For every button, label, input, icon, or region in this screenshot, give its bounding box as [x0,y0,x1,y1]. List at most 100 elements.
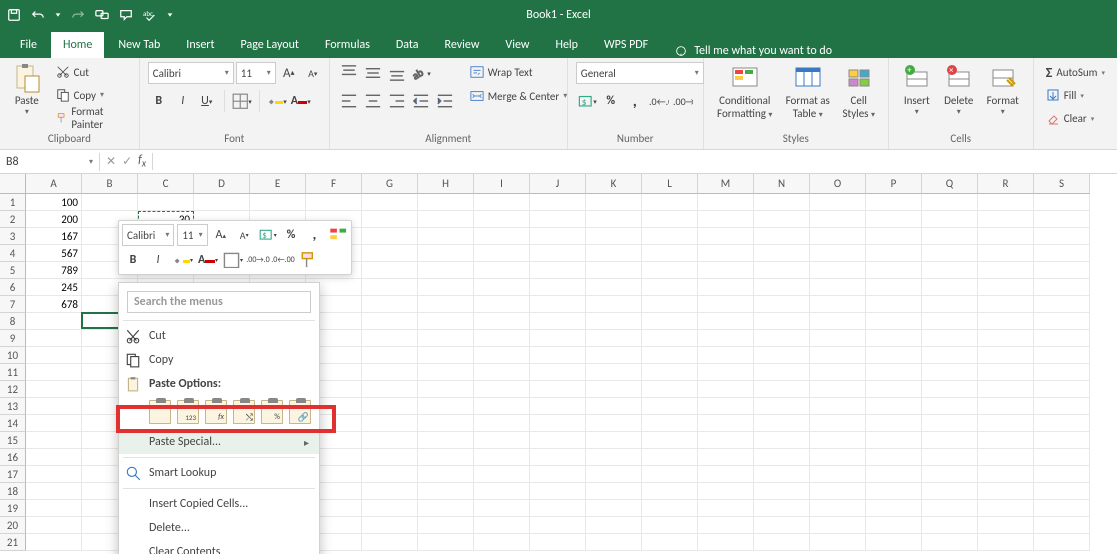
comma-format-icon[interactable]: , [624,90,646,112]
cell-K19[interactable] [586,500,642,517]
cell-K8[interactable] [586,313,642,330]
mini-percent-icon[interactable]: % [281,224,301,246]
cell-P9[interactable] [866,330,922,347]
cell-A14[interactable] [26,415,82,432]
cell-G16[interactable] [362,449,418,466]
cell-G12[interactable] [362,381,418,398]
cell-O15[interactable] [810,432,866,449]
cell-H19[interactable] [418,500,474,517]
cell-I4[interactable] [474,245,530,262]
cell-R11[interactable] [978,364,1034,381]
cell-S15[interactable] [1034,432,1090,449]
row-header-6[interactable]: 6 [0,279,26,296]
cell-A11[interactable] [26,364,82,381]
cell-O6[interactable] [810,279,866,296]
cell-I9[interactable] [474,330,530,347]
cell-N18[interactable] [754,483,810,500]
cell-I17[interactable] [474,466,530,483]
cell-L1[interactable] [642,194,698,211]
cell-Q5[interactable] [922,262,978,279]
spellcheck-icon[interactable]: abc [140,5,160,25]
cell-E1[interactable] [250,194,306,211]
context-paste-special[interactable]: Paste Special...▸ [119,430,319,454]
cell-J17[interactable] [530,466,586,483]
cell-M21[interactable] [698,534,754,551]
cell-P1[interactable] [866,194,922,211]
cell-S8[interactable] [1034,313,1090,330]
cell-S3[interactable] [1034,228,1090,245]
cell-P17[interactable] [866,466,922,483]
mini-shrink-font-icon[interactable]: A▾ [234,224,254,246]
cell-J16[interactable] [530,449,586,466]
save-icon[interactable] [4,5,24,25]
cell-Q17[interactable] [922,466,978,483]
cell-N1[interactable] [754,194,810,211]
format-as-table-button[interactable]: Format as Table ▾ [780,62,836,120]
cell-O14[interactable] [810,415,866,432]
cell-Q14[interactable] [922,415,978,432]
cell-R15[interactable] [978,432,1034,449]
cell-I13[interactable] [474,398,530,415]
mini-fontcolor-icon[interactable]: A▾ [197,249,219,271]
format-cells-button[interactable]: Format▾ [981,62,1025,117]
mini-font-size[interactable]: 11▾ [177,224,207,246]
cell-Q6[interactable] [922,279,978,296]
cell-M10[interactable] [698,347,754,364]
cell-G18[interactable] [362,483,418,500]
cell-O16[interactable] [810,449,866,466]
tab-home[interactable]: Home [51,32,104,58]
cell-J19[interactable] [530,500,586,517]
cell-P10[interactable] [866,347,922,364]
decrease-decimal-icon[interactable]: .00→.0 [672,90,694,112]
mini-condfmt-icon[interactable] [328,224,348,246]
column-header-S[interactable]: S [1034,174,1090,194]
cell-M11[interactable] [698,364,754,381]
cell-A3[interactable]: 167 [26,228,82,245]
cell-Q4[interactable] [922,245,978,262]
cell-I2[interactable] [474,211,530,228]
cell-I14[interactable] [474,415,530,432]
shrink-font-icon[interactable]: A▾ [302,62,324,84]
cell-H13[interactable] [418,398,474,415]
cell-F1[interactable] [306,194,362,211]
row-header-15[interactable]: 15 [0,432,26,449]
cell-P7[interactable] [866,296,922,313]
cell-J15[interactable] [530,432,586,449]
context-cut[interactable]: Cut [119,324,319,348]
cell-Q13[interactable] [922,398,978,415]
cell-Q1[interactable] [922,194,978,211]
paste-option-transpose[interactable]: ⤭ [233,400,255,424]
conditional-formatting-button[interactable]: Conditional Formatting ▾ [712,62,778,120]
cell-H12[interactable] [418,381,474,398]
cell-L18[interactable] [642,483,698,500]
cell-N14[interactable] [754,415,810,432]
paste-option-formulas[interactable]: fx [205,400,227,424]
column-header-Q[interactable]: Q [922,174,978,194]
cell-L15[interactable] [642,432,698,449]
cell-L12[interactable] [642,381,698,398]
cell-K11[interactable] [586,364,642,381]
row-header-2[interactable]: 2 [0,211,26,228]
context-insert-copied[interactable]: Insert Copied Cells... [119,492,319,516]
delete-cells-button[interactable]: × Delete▾ [939,62,979,117]
cell-S19[interactable] [1034,500,1090,517]
tab-wpspdf[interactable]: WPS PDF [592,32,660,58]
cell-B1[interactable] [82,194,138,211]
cell-N12[interactable] [754,381,810,398]
cell-S7[interactable] [1034,296,1090,313]
cell-J12[interactable] [530,381,586,398]
fill-button[interactable]: Fill ▾ [1042,85,1109,105]
cell-O9[interactable] [810,330,866,347]
cell-P15[interactable] [866,432,922,449]
column-header-P[interactable]: P [866,174,922,194]
cell-M16[interactable] [698,449,754,466]
cell-I18[interactable] [474,483,530,500]
cell-M2[interactable] [698,211,754,228]
paste-button[interactable]: Paste ▾ [8,62,46,117]
cell-S6[interactable] [1034,279,1090,296]
cell-L20[interactable] [642,517,698,534]
cell-Q18[interactable] [922,483,978,500]
cell-N15[interactable] [754,432,810,449]
cell-H14[interactable] [418,415,474,432]
cell-M18[interactable] [698,483,754,500]
